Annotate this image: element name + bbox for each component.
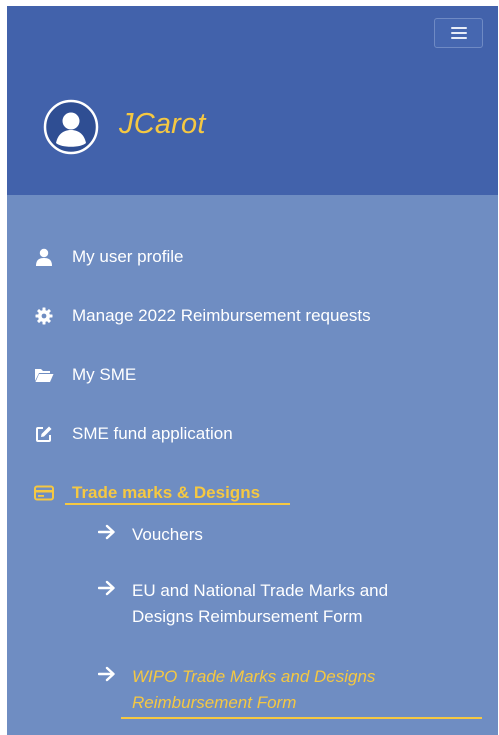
subitem-label-line1: EU and National Trade Marks and [132, 581, 389, 600]
gear-icon [33, 306, 55, 326]
folder-open-icon [33, 365, 55, 385]
subitem-label: Vouchers [132, 525, 203, 544]
nav-item-my-sme[interactable]: My SME [33, 365, 136, 385]
nav-item-sme-fund-application[interactable]: SME fund application [33, 424, 233, 444]
active-subitem-underline [121, 717, 482, 719]
sidebar-nav: My user profile Manage 2022 Reimbursemen… [7, 195, 498, 735]
username[interactable]: JCarot [119, 108, 206, 141]
sidebar-header: JCarot [7, 6, 498, 195]
nav-item-reimbursement-requests[interactable]: Manage 2022 Reimbursement requests [33, 306, 371, 326]
subitem-label: WIPO Trade Marks and Designs Reimburseme… [132, 664, 375, 716]
nav-item-trade-marks-designs[interactable]: Trade marks & Designs [33, 483, 260, 503]
subitem-vouchers[interactable]: Vouchers [98, 522, 203, 548]
nav-item-label: My SME [72, 365, 137, 384]
sidebar-frame: JCarot My user profile Manage 2022 Reimb… [7, 6, 498, 735]
arrow-right-icon [98, 522, 118, 540]
nav-item-user-profile[interactable]: My user profile [33, 247, 183, 267]
user-avatar-icon [43, 99, 99, 155]
subitem-label-line2: Reimbursement Form [132, 693, 297, 712]
active-item-underline [65, 503, 290, 505]
nav-item-label: Trade marks & Designs [72, 483, 261, 502]
subitem-label-line2: Designs Reimbursement Form [132, 607, 363, 626]
subitem-eu-national-form[interactable]: EU and National Trade Marks and Designs … [98, 578, 388, 630]
hamburger-icon [450, 27, 467, 39]
card-icon [33, 483, 55, 503]
nav-item-label: SME fund application [72, 424, 233, 443]
edit-icon [33, 424, 55, 444]
menu-toggle-button[interactable] [434, 18, 483, 48]
subitem-label: EU and National Trade Marks and Designs … [132, 578, 388, 630]
avatar[interactable] [43, 99, 99, 155]
user-icon [33, 247, 55, 267]
nav-item-label: My user profile [72, 247, 184, 266]
arrow-right-icon [98, 664, 118, 682]
nav-item-label: Manage 2022 Reimbursement requests [72, 306, 371, 325]
arrow-right-icon [98, 578, 118, 596]
subitem-wipo-form[interactable]: WIPO Trade Marks and Designs Reimburseme… [98, 664, 375, 716]
subitem-label-line1: WIPO Trade Marks and Designs [132, 667, 376, 686]
